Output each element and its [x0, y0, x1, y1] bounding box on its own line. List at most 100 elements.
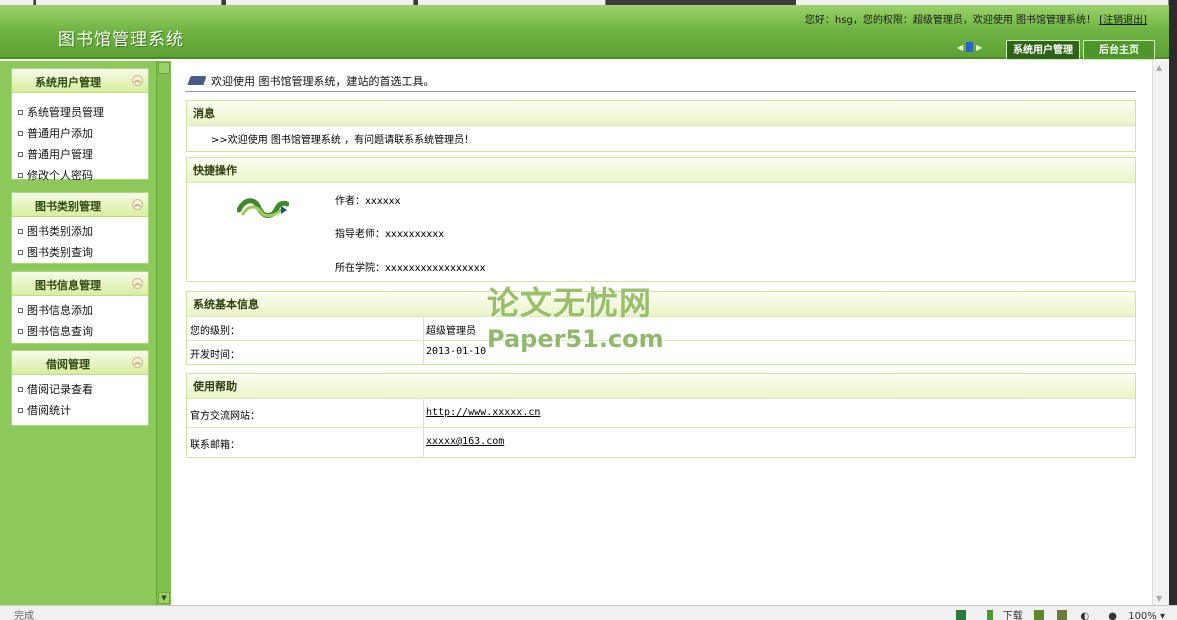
panel-title: 使用帮助: [187, 374, 1135, 399]
sidebar-item-label: 借阅统计: [27, 404, 71, 417]
bullet-icon: [18, 329, 23, 334]
watermark-line1: 论文无忧网: [487, 284, 653, 322]
status-bar: 完成 下载 ◐ ● 100% ▾: [0, 605, 1177, 620]
menu-title: 系统用户管理: [35, 76, 101, 89]
welcome-text: 欢迎使用 图书馆管理系统，建站的首选工具。: [211, 75, 435, 88]
printer-icon[interactable]: [1057, 610, 1068, 620]
sidebar-item-label: 图书信息添加: [27, 304, 93, 317]
download-button[interactable]: 下载: [979, 610, 1023, 620]
website-link[interactable]: http://www.xxxxx.cn: [426, 407, 540, 418]
bullet-icon: [18, 229, 23, 234]
email-link[interactable]: xxxxx@163.com: [426, 436, 504, 447]
help-panel: 使用帮助 官方交流网站： http://www.xxxxx.cn 联系邮箱： x…: [186, 373, 1136, 458]
zoom-control[interactable]: ● 100% ▾: [1100, 611, 1165, 620]
menu-book-category: 图书类别管理 ︽ 图书类别添加 图书类别查询: [11, 192, 149, 264]
sidebar-item-label: 普通用户管理: [27, 148, 93, 161]
chart-icon[interactable]: [1033, 610, 1044, 620]
menu-header[interactable]: 图书信息管理 ︽: [12, 272, 148, 296]
download-icon: [986, 610, 993, 620]
sidebar-item-add-book[interactable]: 图书信息添加: [12, 300, 148, 321]
author-text: 作者：xxxxxx: [335, 196, 401, 207]
arrow-left-icon[interactable]: ◀: [957, 43, 963, 52]
scroll-down-icon[interactable]: ▼: [1156, 594, 1162, 603]
welcome-line: 欢迎使用 图书馆管理系统，建站的首选工具。: [187, 73, 435, 89]
speaker-icon[interactable]: ◐: [1080, 611, 1089, 620]
info-value: 2013-01-10: [426, 346, 487, 357]
sidebar: 系统用户管理 ︽ 系统管理员管理 普通用户添加 普通用户管理 修改个人密码 图书…: [0, 61, 156, 605]
logo-icon: [237, 198, 289, 218]
scroll-up-icon[interactable]: ▲: [1156, 63, 1162, 72]
status-text: 完成: [14, 611, 34, 620]
tab-scroll-arrows[interactable]: ◀ ▶: [957, 42, 982, 52]
bullet-icon: [18, 250, 23, 255]
info-key: 联系邮箱：: [190, 440, 240, 451]
sidebar-item-label: 图书类别查询: [27, 246, 93, 259]
window-edge: [1169, 0, 1177, 620]
info-key: 您的级别：: [190, 326, 240, 337]
menu-title: 图书类别管理: [35, 200, 101, 213]
table-row: 官方交流网站： http://www.xxxxx.cn: [187, 399, 1135, 428]
message-text: >>欢迎使用 图书馆管理系统 ，有问题请联系系统管理员！: [211, 135, 475, 146]
panel-title: 消息: [187, 101, 1135, 126]
sidebar-item-query-category[interactable]: 图书类别查询: [12, 242, 148, 263]
collapse-icon[interactable]: ︽: [132, 357, 143, 368]
menu-header[interactable]: 系统用户管理 ︽: [12, 69, 148, 93]
menu-title: 借阅管理: [46, 358, 90, 371]
user-info: 您好：hsg，您的权限：超级管理员，欢迎使用 图书馆管理系统！ [注销退出]: [805, 11, 1147, 26]
sidebar-item-label: 修改个人密码: [27, 169, 93, 182]
status-tools: 下载 ◐ ● 100% ▾: [948, 607, 1165, 620]
page-icon[interactable]: [955, 610, 966, 620]
zoom-icon: ●: [1108, 611, 1118, 620]
college-text: 所在学院：xxxxxxxxxxxxxxxxx: [335, 263, 486, 274]
watermark: 论文无忧网 Paper51.com: [487, 278, 697, 353]
book-icon: [187, 76, 207, 85]
bullet-icon: [18, 131, 23, 136]
menu-header[interactable]: 图书类别管理 ︽: [12, 193, 148, 217]
logout-link[interactable]: [注销退出]: [1099, 15, 1147, 26]
quick-actions-panel: 快捷操作 作者：xxxxxx 指导老师：xxxxxxxxxx 所在学院：xxxx…: [186, 157, 1136, 282]
menu-header[interactable]: 借阅管理 ︽: [12, 351, 148, 375]
scroll-down-button[interactable]: ▼: [158, 592, 170, 604]
sidebar-item-admin-mgmt[interactable]: 系统管理员管理: [12, 102, 148, 123]
user-greeting: 您好：hsg，您的权限：超级管理员，欢迎使用 图书馆管理系统！: [804, 15, 1096, 26]
collapse-icon[interactable]: ︽: [132, 199, 143, 210]
message-panel: 消息 >>欢迎使用 图书馆管理系统 ，有问题请联系系统管理员！: [186, 100, 1136, 152]
table-row: 联系邮箱： xxxxx@163.com: [187, 428, 1135, 457]
sidebar-item-label: 普通用户添加: [27, 127, 93, 140]
collapse-icon[interactable]: ︽: [132, 278, 143, 289]
bullet-icon: [18, 110, 23, 115]
collapse-icon[interactable]: ︽: [132, 75, 143, 86]
tab-indicator-icon: [966, 42, 974, 52]
sidebar-item-user-mgmt[interactable]: 普通用户管理: [12, 144, 148, 165]
sidebar-item-add-user[interactable]: 普通用户添加: [12, 123, 148, 144]
zoom-level: 100%: [1128, 611, 1157, 620]
sidebar-item-change-password[interactable]: 修改个人密码: [12, 165, 148, 186]
app-header: 图书馆管理系统 您好：hsg，您的权限：超级管理员，欢迎使用 图书馆管理系统！ …: [0, 5, 1177, 60]
watermark-line2: Paper51.com: [487, 325, 664, 353]
main-scrollbar[interactable]: ▲ ▼: [1152, 61, 1169, 605]
scroll-up-button[interactable]: [158, 62, 170, 74]
tab-system-user-mgmt[interactable]: 系统用户管理: [1006, 40, 1080, 60]
sidebar-scrollbar[interactable]: ▼: [156, 61, 171, 605]
download-label: 下载: [1002, 611, 1023, 620]
bullet-icon: [18, 408, 23, 413]
sidebar-item-label: 图书类别添加: [27, 225, 93, 238]
sidebar-item-add-category[interactable]: 图书类别添加: [12, 221, 148, 242]
bullet-icon: [18, 308, 23, 313]
menu-title: 图书信息管理: [35, 279, 101, 292]
menu-book-info: 图书信息管理 ︽ 图书信息添加 图书信息查询: [11, 271, 149, 344]
bullet-icon: [18, 152, 23, 157]
arrow-right-icon[interactable]: ▶: [976, 43, 982, 52]
main-content: 欢迎使用 图书馆管理系统，建站的首选工具。 消息 >>欢迎使用 图书馆管理系统 …: [171, 61, 1152, 605]
sidebar-item-borrow-records[interactable]: 借阅记录查看: [12, 379, 148, 400]
app-title: 图书馆管理系统: [58, 30, 184, 50]
menu-borrow: 借阅管理 ︽ 借阅记录查看 借阅统计: [11, 350, 149, 426]
info-key: 官方交流网站：: [190, 411, 260, 422]
sidebar-item-label: 借阅记录查看: [27, 383, 93, 396]
teacher-text: 指导老师：xxxxxxxxxx: [335, 229, 445, 240]
sidebar-item-query-book[interactable]: 图书信息查询: [12, 321, 148, 342]
tab-admin-home[interactable]: 后台主页: [1083, 40, 1155, 60]
sidebar-item-label: 图书信息查询: [27, 325, 93, 338]
sidebar-item-borrow-stats[interactable]: 借阅统计: [12, 400, 148, 421]
panel-title: 快捷操作: [187, 158, 1135, 183]
